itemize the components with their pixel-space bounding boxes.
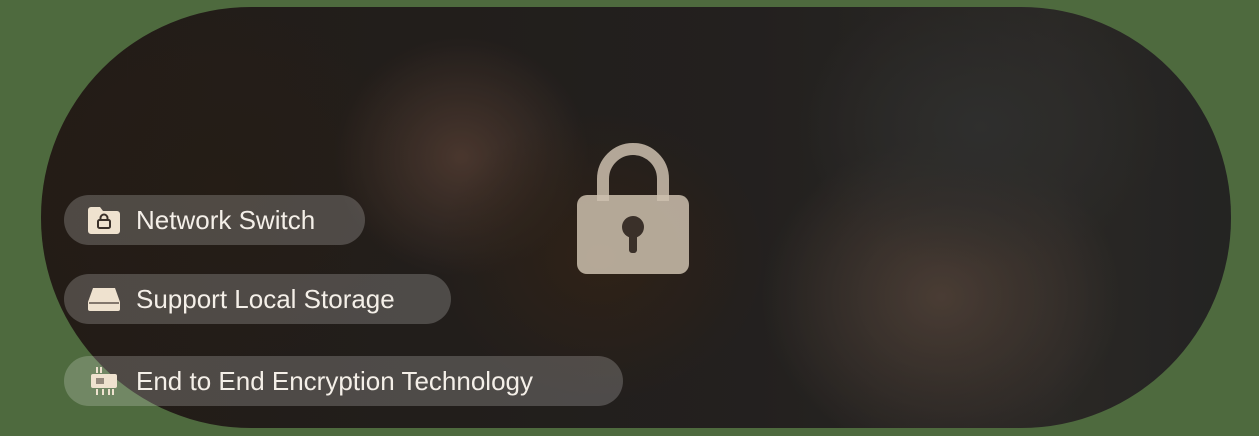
feature-label: End to End Encryption Technology bbox=[136, 365, 534, 396]
feature-banner: Network Switch Support Local Storage End… bbox=[5, 7, 1254, 428]
folder-lock-icon bbox=[86, 202, 122, 238]
hard-drive-icon bbox=[86, 281, 122, 317]
feature-pill-network-switch: Network Switch bbox=[64, 195, 365, 245]
padlock-icon bbox=[577, 143, 689, 274]
feature-label: Network Switch bbox=[136, 204, 316, 235]
feature-pill-encryption: End to End Encryption Technology bbox=[64, 356, 623, 406]
chip-icon bbox=[86, 363, 122, 399]
feature-label: Support Local Storage bbox=[136, 283, 395, 314]
feature-pill-local-storage: Support Local Storage bbox=[64, 274, 451, 324]
